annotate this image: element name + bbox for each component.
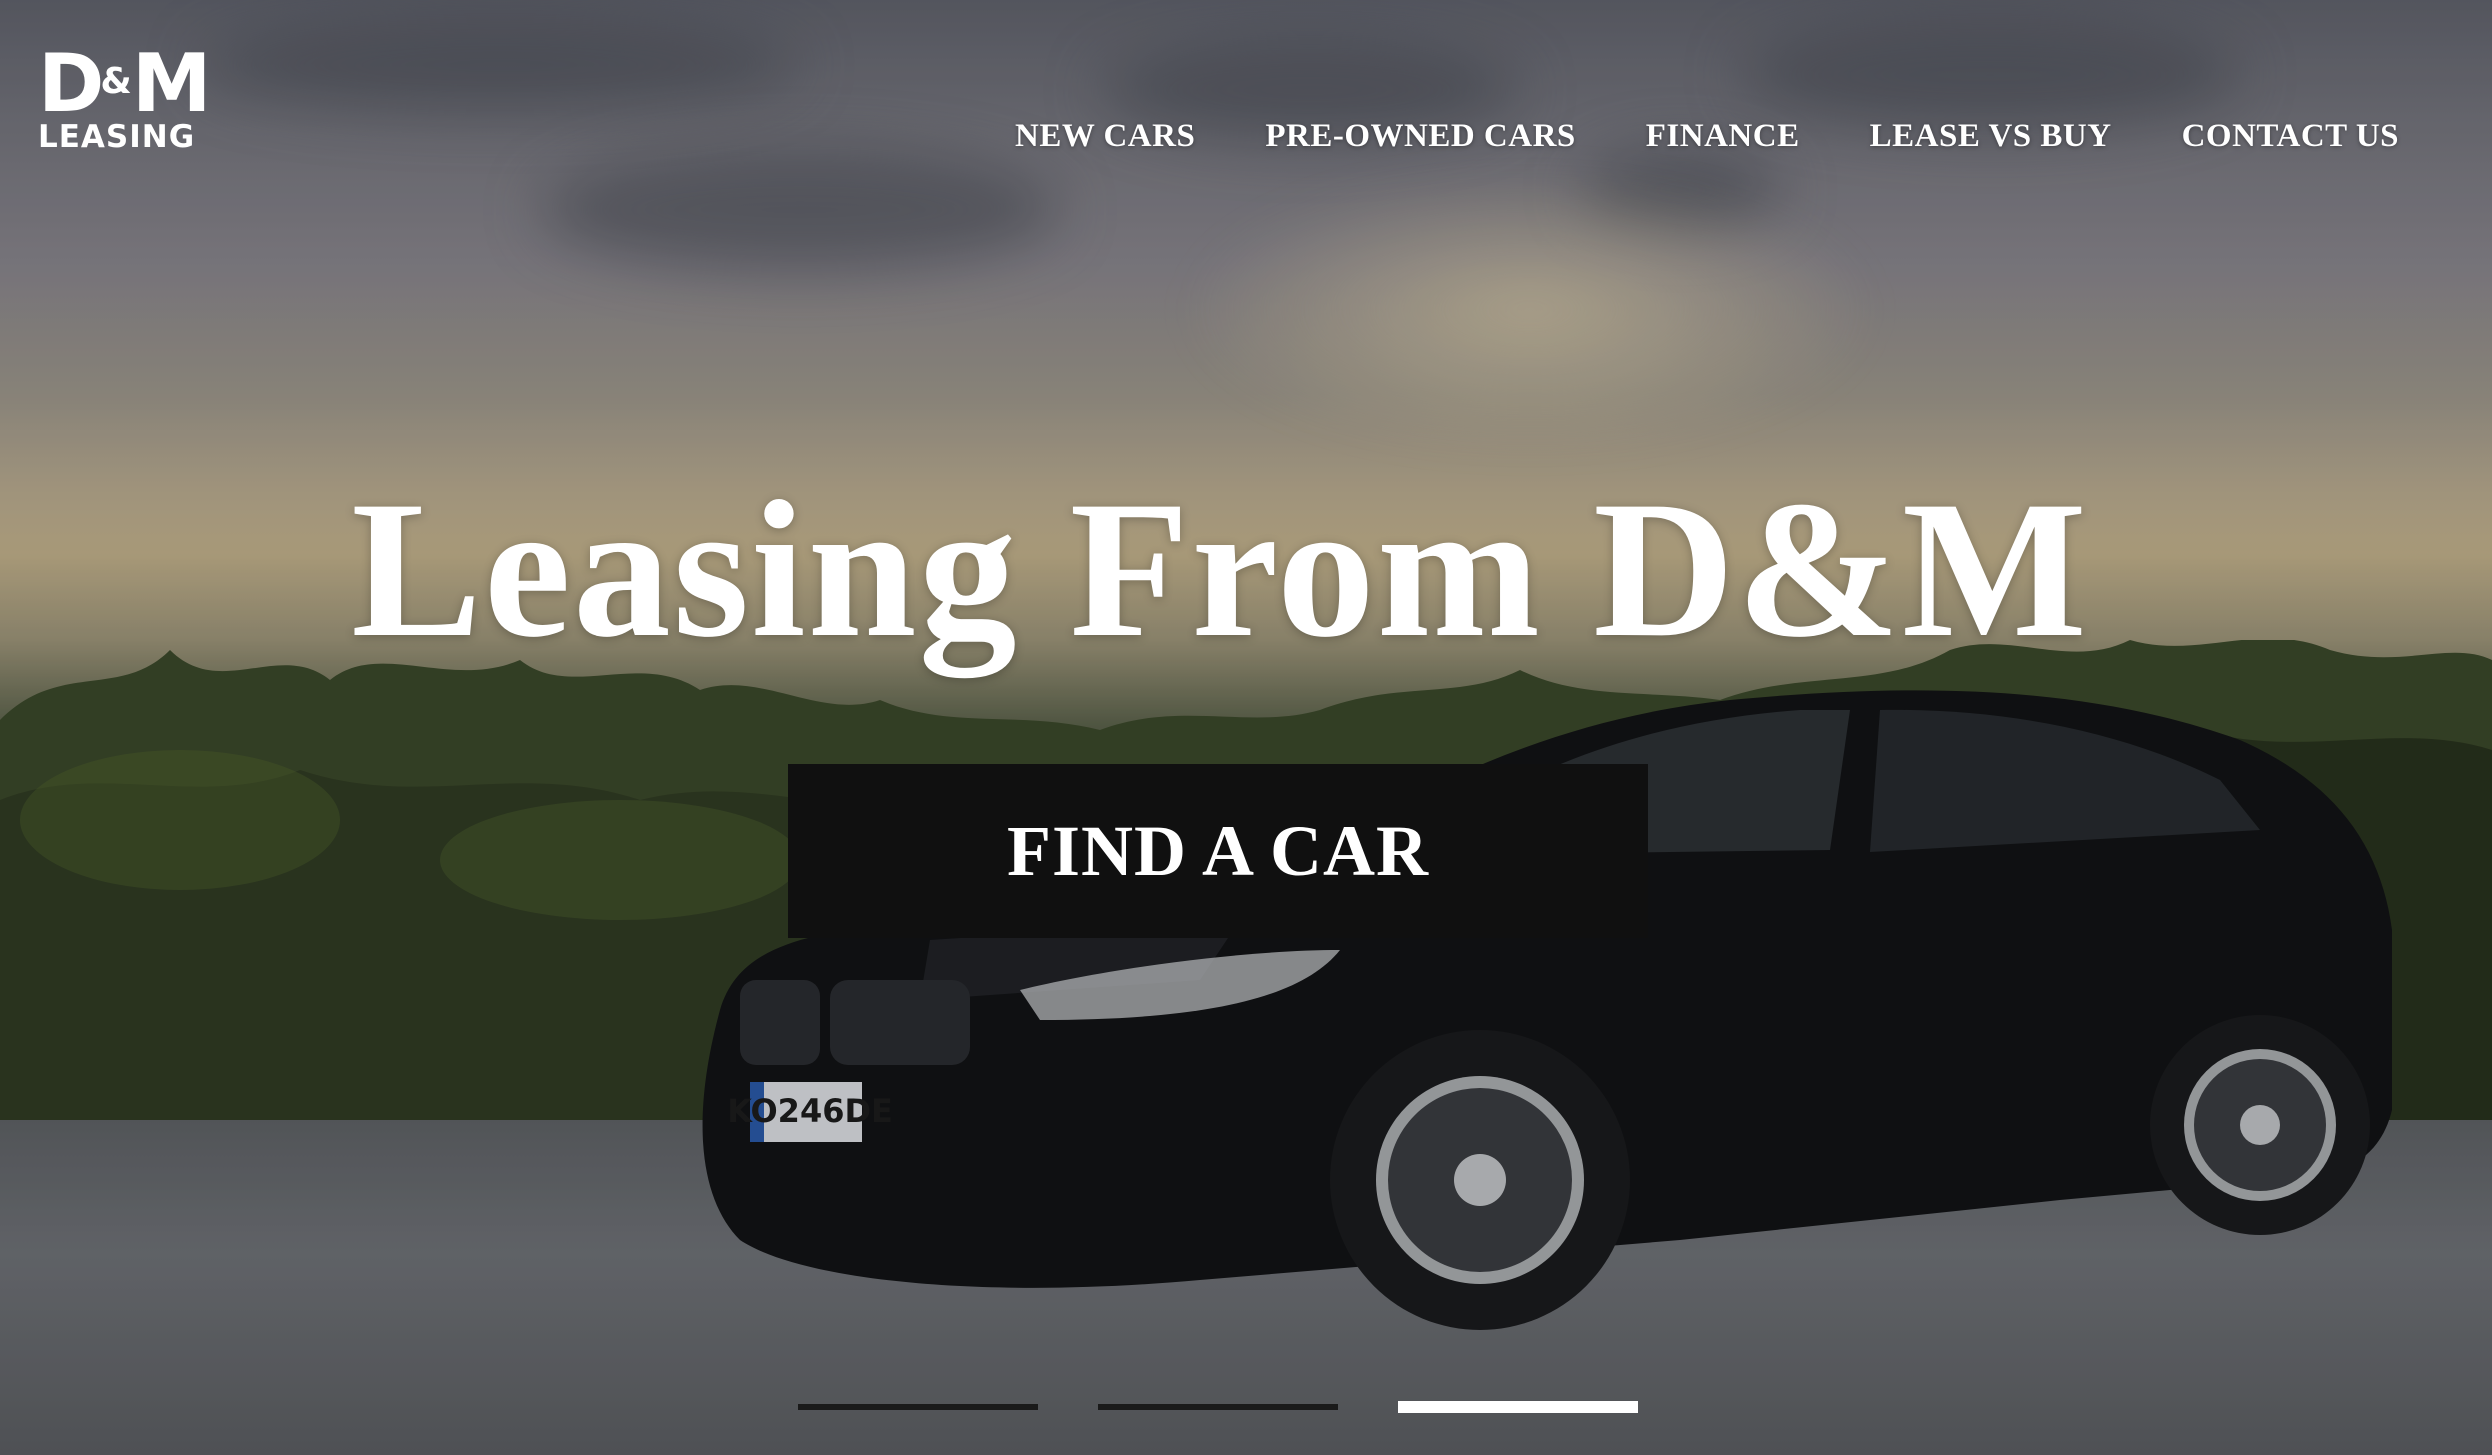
nav-item-contact-us[interactable]: CONTACT US — [2182, 118, 2399, 155]
nav-item-lease-vs-buy[interactable]: LEASE VS BUY — [1870, 118, 2112, 155]
hero-section: KO246DE D&M LEASING NEW CARS PRE-OWNED C… — [0, 0, 2492, 1455]
slide-indicator-3-active[interactable] — [1398, 1401, 1638, 1413]
slide-indicator-2[interactable] — [1098, 1404, 1338, 1410]
dm-leasing-logo[interactable]: D&M LEASING — [38, 37, 211, 155]
slide-indicator-1[interactable] — [798, 1404, 1038, 1410]
logo-subtitle: LEASING — [38, 119, 196, 155]
find-a-car-button[interactable]: FIND A CAR — [788, 764, 1648, 938]
nav-item-finance[interactable]: FINANCE — [1646, 118, 1800, 155]
main-navigation: NEW CARS PRE-OWNED CARS FINANCE LEASE VS… — [1015, 118, 2399, 155]
logo-mark: D&M — [38, 37, 211, 130]
nav-item-new-cars[interactable]: NEW CARS — [1015, 118, 1195, 155]
hero-headline: Leasing From D&M — [351, 461, 2089, 678]
slide-indicators — [798, 1401, 1638, 1413]
nav-item-pre-owned-cars[interactable]: PRE-OWNED CARS — [1265, 118, 1575, 155]
